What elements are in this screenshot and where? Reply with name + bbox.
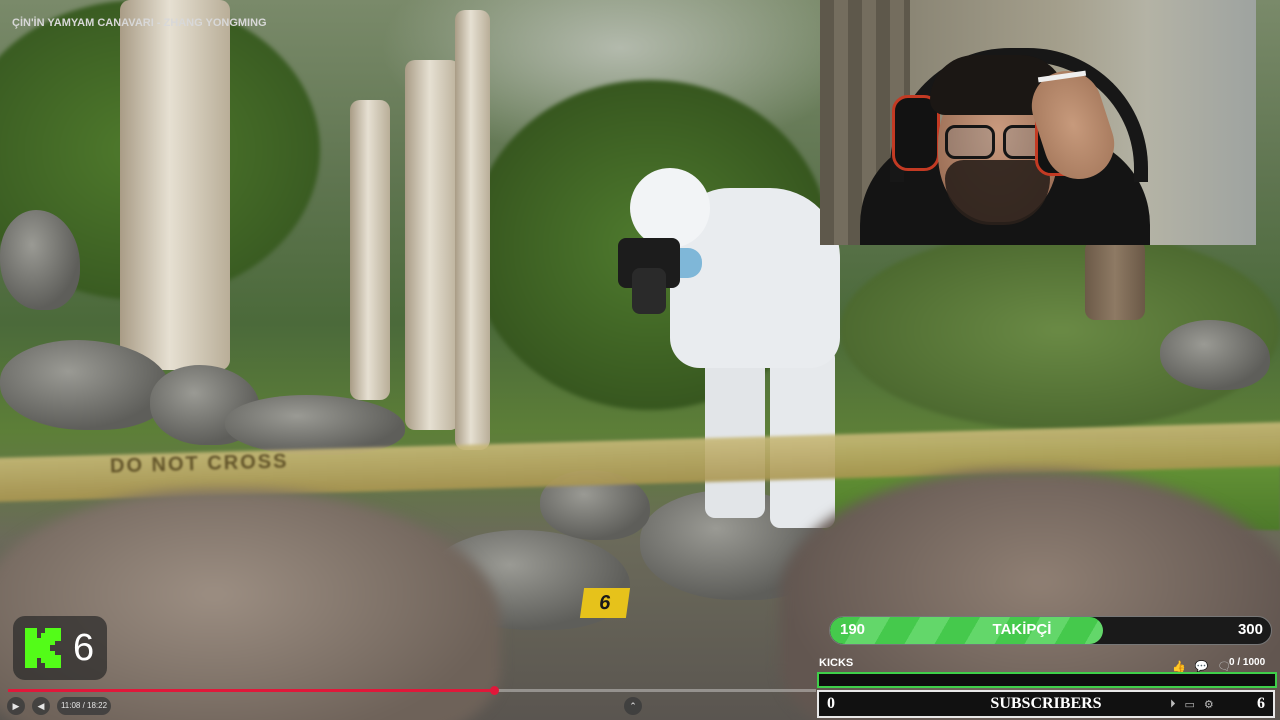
player-settings-row: ⏵ ▭ ⚙ (1170, 698, 1214, 711)
video-title: ÇİN'İN YAMYAM CANAVARI - ZHANG YONGMING (12, 17, 267, 29)
tree-trunk (1085, 240, 1145, 320)
tree-trunk (350, 100, 390, 400)
autoplay-icon[interactable]: ⏵ (1170, 698, 1176, 711)
volume-button[interactable]: ◀ (32, 697, 50, 715)
tree-trunk (120, 0, 230, 370)
chevron-up-icon: ⌃ (629, 701, 637, 711)
tree-trunk (455, 10, 490, 450)
volume-icon: ◀ (37, 701, 45, 711)
kick-viewer-badge: 6 (13, 616, 107, 680)
time-display: 11:08 / 18:22 (57, 697, 111, 715)
rock (225, 395, 405, 455)
foreground-rock-blurred (0, 490, 500, 720)
play-button[interactable]: ▶ (7, 697, 25, 715)
follower-goal-target: 300 (1237, 621, 1263, 638)
play-icon: ▶ (12, 701, 20, 711)
follower-goal-label: TAKİPÇİ (992, 621, 1052, 638)
kicks-goal-label: KICKS (819, 657, 854, 669)
streamer-webcam (820, 0, 1256, 245)
subtitles-icon[interactable]: ▭ (1185, 698, 1195, 711)
tree-trunk (405, 60, 460, 430)
evidence-marker: 6 (579, 588, 631, 618)
kick-logo-icon (25, 628, 61, 668)
expand-button[interactable]: ⌃ (624, 697, 642, 715)
settings-icon[interactable]: ⚙ (1204, 698, 1214, 711)
kicks-goal-bar (817, 672, 1277, 688)
kicks-goal-count: 0 / 1000 (1229, 657, 1266, 668)
video-progress-bar[interactable] (8, 686, 816, 695)
follower-goal-bar: 190 TAKİPÇİ 300 (829, 616, 1272, 645)
subscriber-goal-target: 6 (1257, 695, 1265, 712)
video-progress-fill (8, 689, 495, 692)
kick-count: 6 (73, 627, 95, 669)
